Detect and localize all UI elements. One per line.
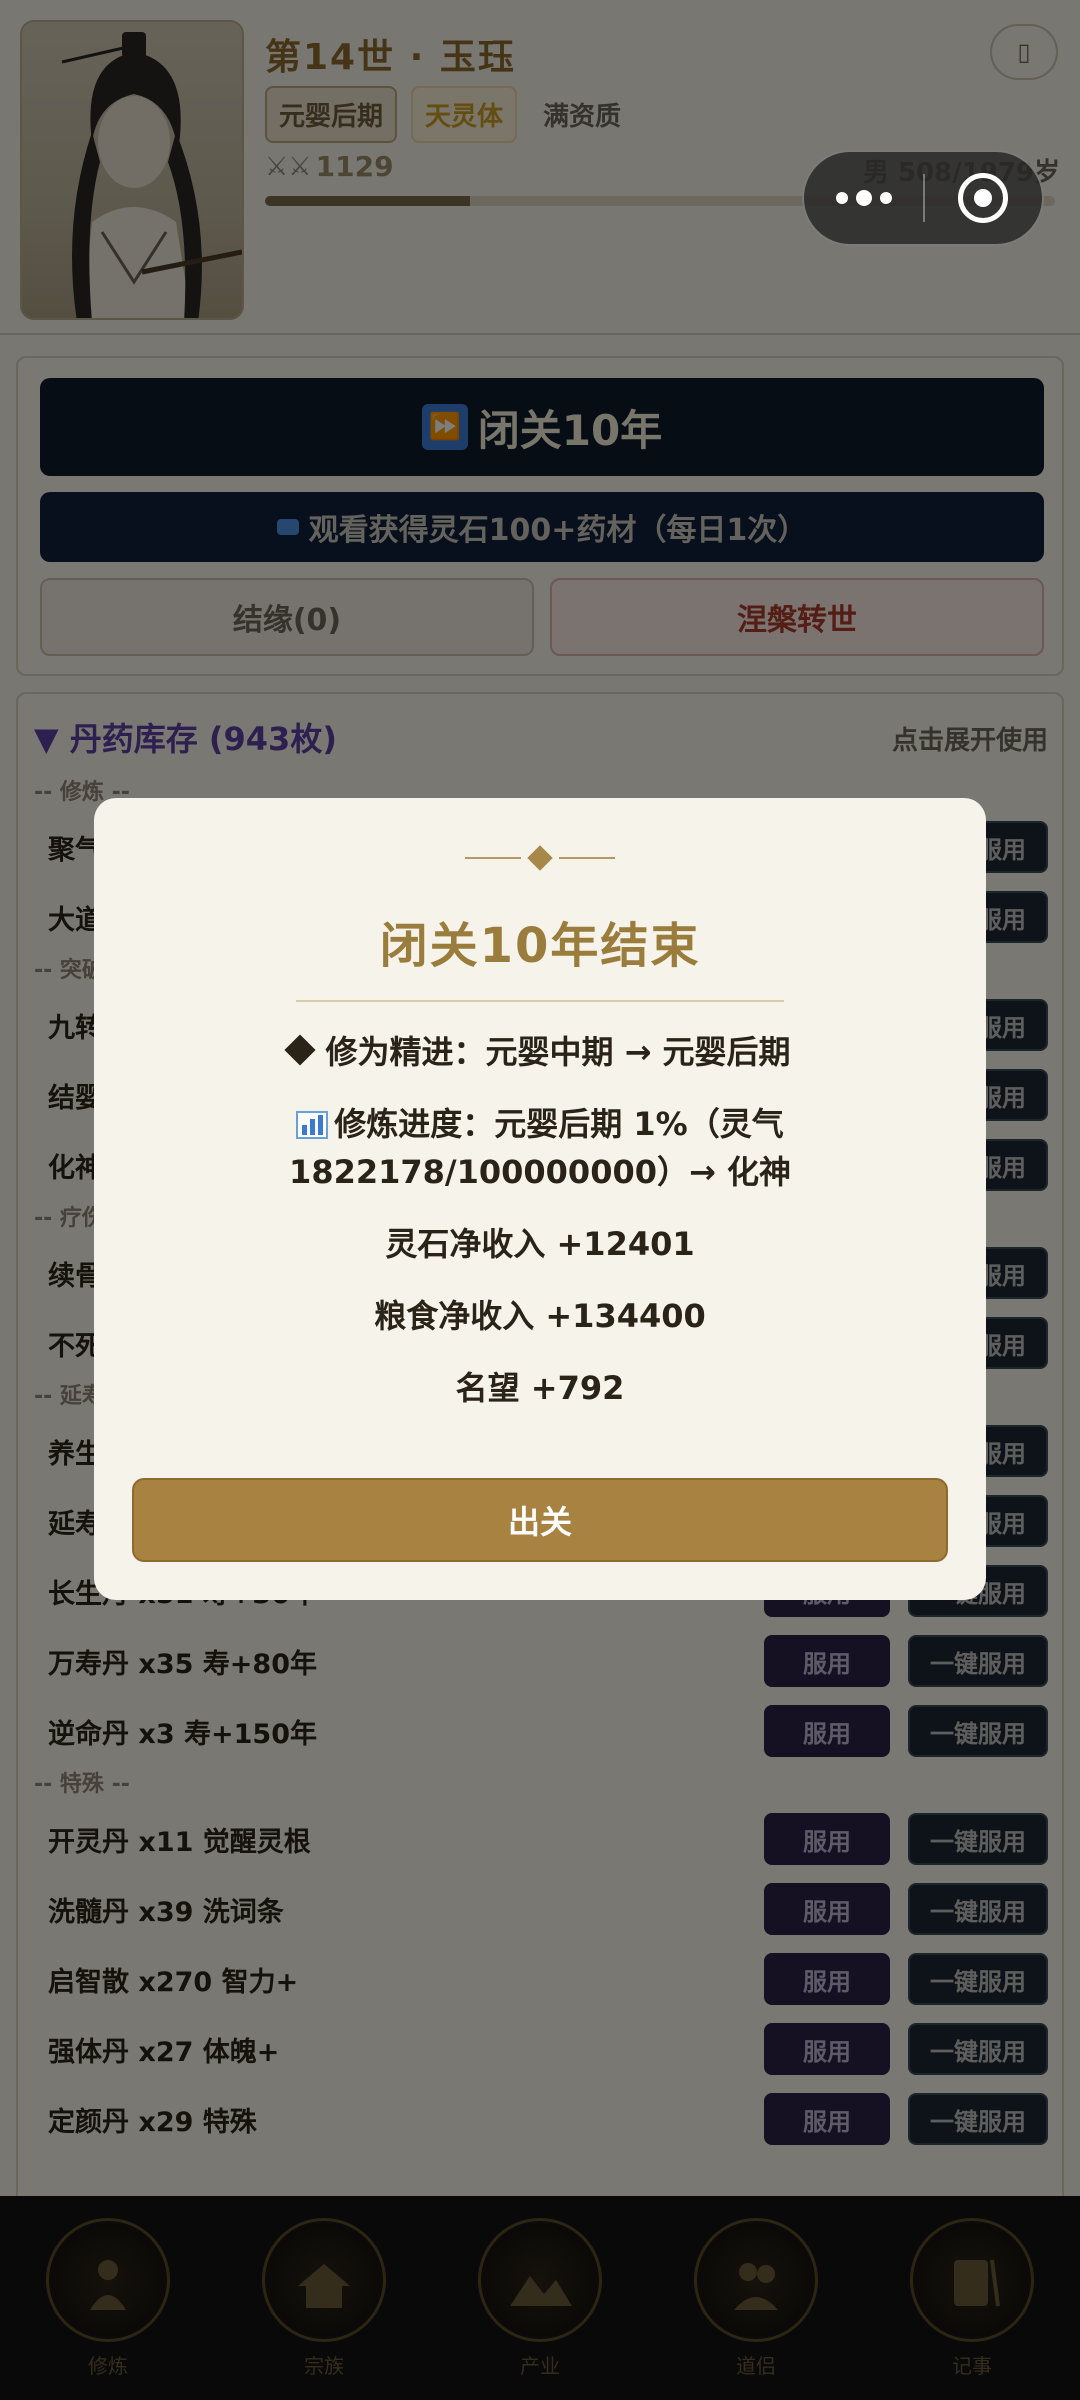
progress-line: 修炼进度：元婴后期 1%（灵气1822178/100000000）→ 化神 xyxy=(184,1100,896,1196)
dialog-title: 闭关10年结束 xyxy=(379,918,701,974)
diamond-bullet-icon xyxy=(284,1034,316,1066)
more-dots-icon[interactable] xyxy=(804,152,923,244)
breakthrough-line: 修为精进：元婴中期 → 元婴后期 xyxy=(184,1028,896,1076)
retreat-result-dialog: 闭关10年结束 修为精进：元婴中期 → 元婴后期 修炼进度：元婴后期 1%（灵气… xyxy=(94,798,986,1600)
fame-gain: 名望 +792 xyxy=(455,1369,625,1407)
grain-income: 粮食净收入 +134400 xyxy=(374,1297,706,1335)
dialog-divider xyxy=(296,1000,784,1002)
breakthrough-text: 修为精进：元婴中期 → 元婴后期 xyxy=(325,1033,791,1071)
ornament-icon xyxy=(460,845,620,871)
bar-chart-icon xyxy=(296,1111,329,1139)
dialog-body: 修为精进：元婴中期 → 元婴后期 修炼进度：元婴后期 1%（灵气1822178/… xyxy=(184,1028,896,1436)
target-close-icon[interactable] xyxy=(925,152,1042,244)
progress-text: 修炼进度：元婴后期 1%（灵气1822178/100000000）→ 化神 xyxy=(289,1105,791,1191)
app-page: 第14世 · 玉珏 元婴后期 天灵体 满资质 ⚔⚔ 1129 男 508/197… xyxy=(0,0,1080,2400)
exit-retreat-button[interactable]: 出关 xyxy=(132,1478,948,1562)
stones-income: 灵石净收入 +12401 xyxy=(385,1225,695,1263)
miniprogram-capsule xyxy=(802,150,1044,246)
